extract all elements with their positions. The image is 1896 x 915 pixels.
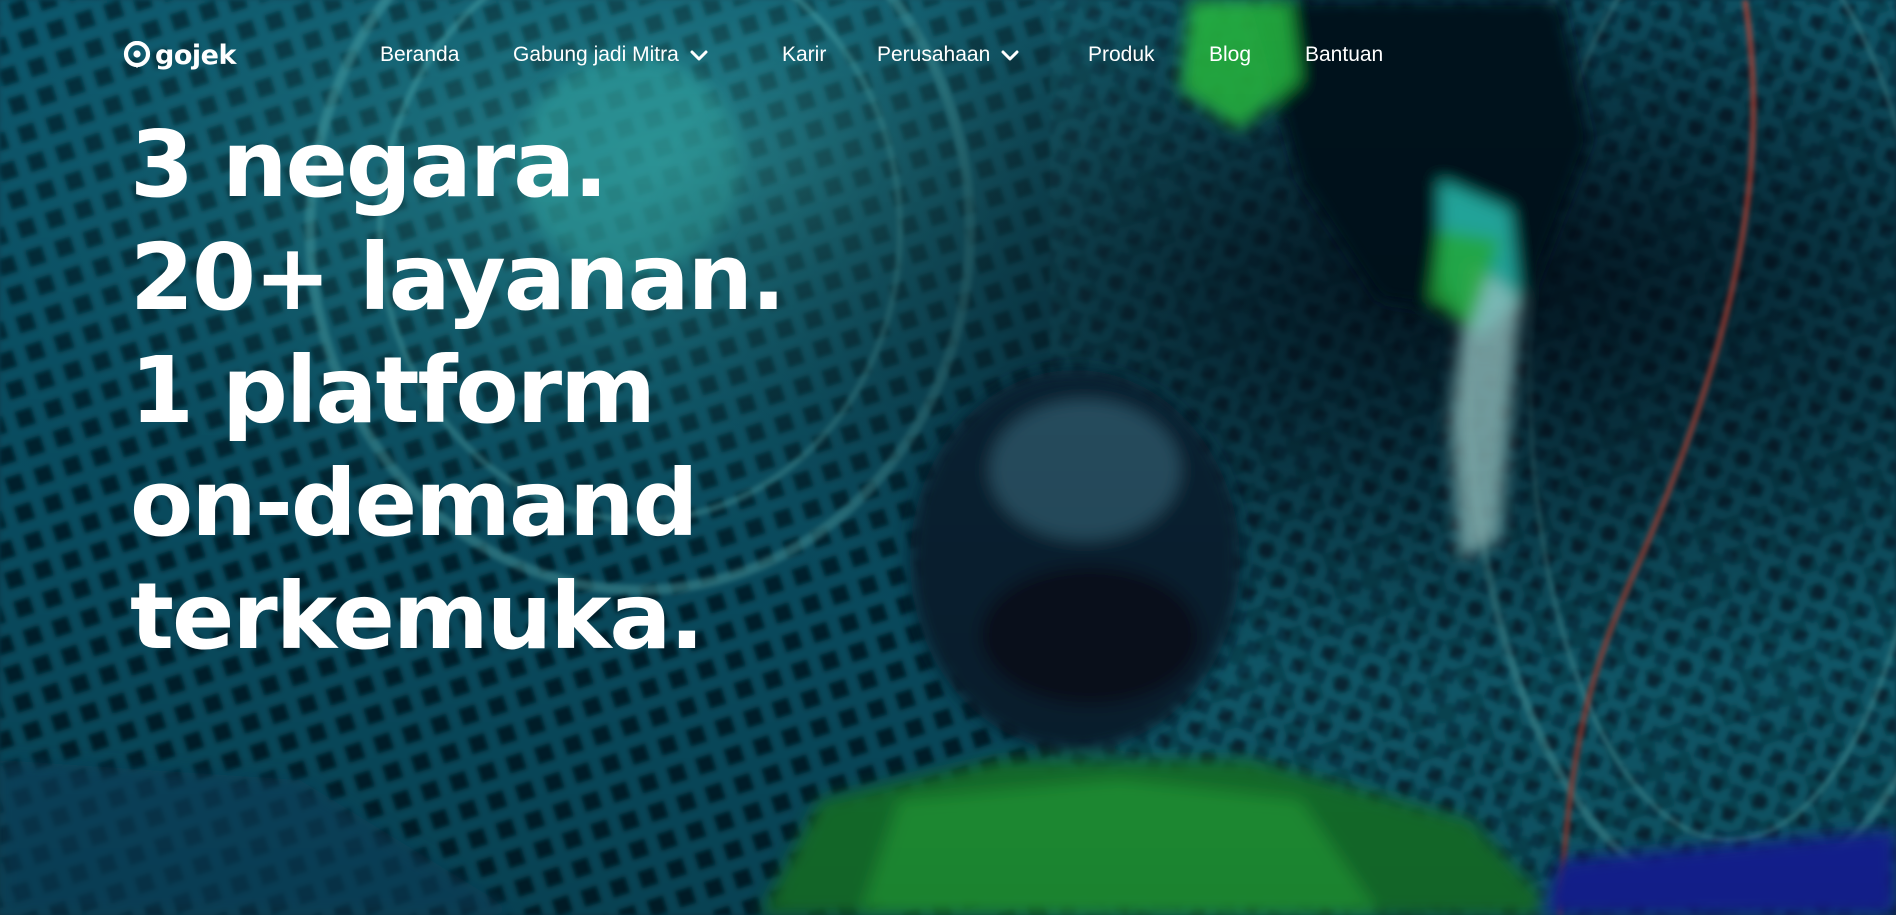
- nav-item-label: Gabung jadi Mitra: [513, 43, 679, 66]
- brand-name: gojek: [155, 39, 236, 71]
- nav-item-gabung-jadi-mitra[interactable]: Gabung jadi Mitra: [513, 40, 709, 70]
- gojek-logo-icon: [123, 41, 151, 68]
- nav-item-label: Blog: [1209, 43, 1252, 66]
- nav-item-label: Produk: [1088, 43, 1155, 66]
- headline-line: 1 platform: [130, 337, 656, 444]
- nav-item-blog[interactable]: Blog: [1209, 40, 1251, 70]
- nav-item-label: Bantuan: [1305, 43, 1384, 66]
- nav-item-karir[interactable]: Karir: [782, 40, 826, 70]
- gojek-logo[interactable]: gojek: [123, 38, 236, 72]
- nav-item-label: Perusahaan: [877, 43, 991, 66]
- nav-item-label: Karir: [782, 43, 827, 66]
- nav-item-label: Beranda: [380, 43, 460, 66]
- headline-line: 3 negara.: [130, 111, 608, 218]
- top-navbar: gojek Beranda Gabung jadi Mitra Karir Pe…: [0, 0, 1896, 108]
- nav-item-perusahaan[interactable]: Perusahaan: [877, 40, 1020, 70]
- nav-item-bantuan[interactable]: Bantuan: [1305, 40, 1383, 70]
- chevron-down-icon: [1001, 50, 1019, 61]
- hero-headline: 3 negara. 20+ layanan. 1 platform on-dem…: [130, 108, 1030, 673]
- nav-item-produk[interactable]: Produk: [1088, 40, 1155, 70]
- chevron-down-icon: [690, 50, 708, 61]
- headline-line: 20+ layanan.: [130, 224, 786, 331]
- headline-line: on-demand: [130, 450, 698, 557]
- nav-item-beranda[interactable]: Beranda: [380, 40, 459, 70]
- headline-line: terkemuka.: [130, 563, 704, 670]
